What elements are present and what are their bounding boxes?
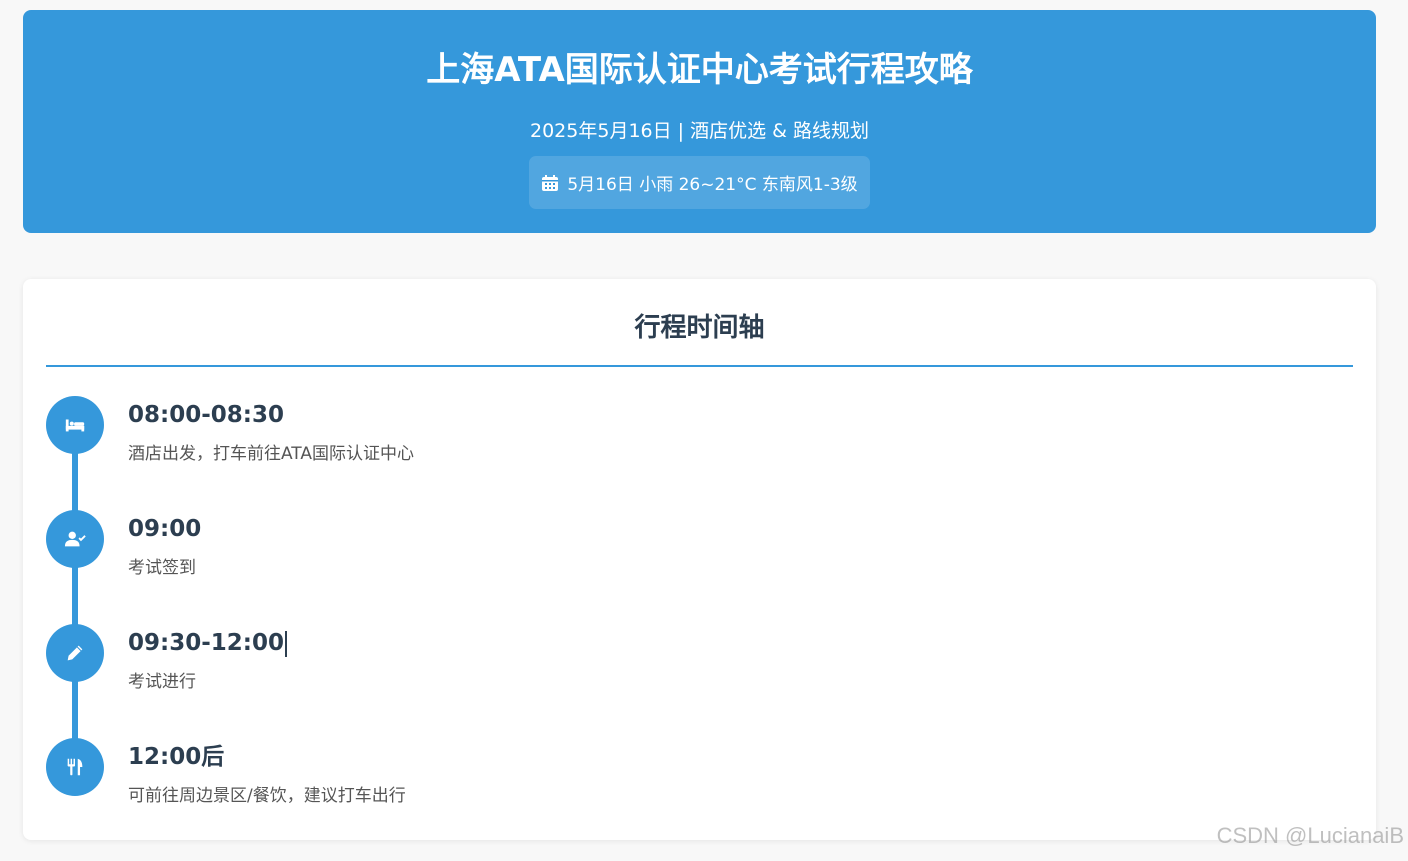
user-check-icon	[46, 510, 104, 568]
utensils-icon	[46, 738, 104, 796]
page-title: 上海ATA国际认证中心考试行程攻略	[426, 50, 973, 90]
calendar-icon	[541, 174, 559, 192]
timeline-time: 08:00-08:30	[128, 402, 284, 428]
page-subtitle: 2025年5月16日 | 酒店优选 & 路线规划	[530, 120, 869, 142]
timeline-time: 09:00	[128, 516, 202, 542]
timeline-item: 09:00 考试签到	[46, 510, 1336, 610]
timeline-item: 09:30-12:00 考试进行	[46, 624, 1336, 724]
page: 上海ATA国际认证中心考试行程攻略 2025年5月16日 | 酒店优选 & 路线…	[0, 0, 1408, 861]
timeline-description: 可前往周边景区/餐饮，建议打车出行	[128, 786, 406, 806]
pencil-icon	[46, 624, 104, 682]
text-cursor	[284, 630, 287, 657]
weather-text: 5月16日 小雨 26~21°C 东南风1-3级	[567, 175, 858, 195]
timeline-description: 酒店出发，打车前往ATA国际认证中心	[128, 444, 415, 464]
bed-icon	[46, 396, 104, 454]
timeline-item: 08:00-08:30 酒店出发，打车前往ATA国际认证中心	[46, 396, 1336, 496]
timeline-time: 12:00后	[128, 744, 225, 770]
timeline-description: 考试进行	[128, 672, 196, 692]
timeline-title: 行程时间轴	[634, 313, 765, 343]
watermark: CSDN @LucianaiB	[1216, 823, 1404, 848]
timeline-time-text: 09:30-12:00	[128, 630, 284, 656]
timeline-divider	[46, 365, 1353, 367]
header-banner: 上海ATA国际认证中心考试行程攻略 2025年5月16日 | 酒店优选 & 路线…	[23, 10, 1376, 233]
weather-badge: 5月16日 小雨 26~21°C 东南风1-3级	[529, 156, 870, 209]
timeline-description: 考试签到	[128, 558, 196, 578]
timeline-card: 行程时间轴 08:00-08:30 酒店出发，打车前往ATA国际认证中心 09:…	[23, 279, 1376, 840]
timeline-time: 09:30-12:00	[128, 630, 287, 658]
timeline-item: 12:00后 可前往周边景区/餐饮，建议打车出行	[46, 738, 1336, 838]
